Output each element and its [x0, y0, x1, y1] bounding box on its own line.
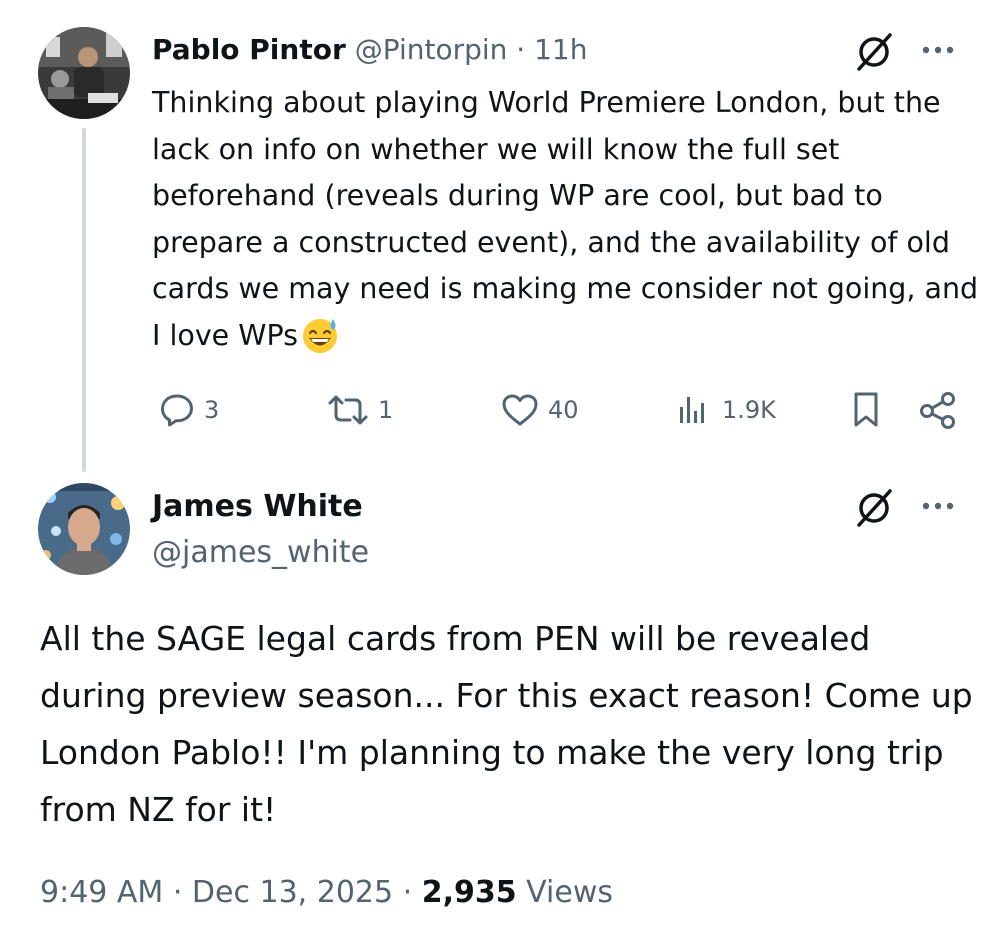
tweet1-author-handle[interactable]: @Pintorpin — [355, 33, 508, 66]
like-count: 40 — [548, 396, 579, 424]
footer-dot-2: · — [393, 875, 422, 910]
avatar-james-image — [38, 483, 130, 575]
share-icon — [920, 392, 955, 429]
views-icon — [680, 397, 704, 423]
tweet2-author-handle[interactable]: @james_white — [152, 532, 369, 574]
tweet2-views-label: Views — [516, 875, 613, 910]
grok-icon[interactable] — [852, 30, 896, 74]
reply-count: 3 — [204, 396, 220, 424]
avatar-james[interactable] — [38, 483, 130, 575]
reply-icon — [161, 394, 193, 427]
tweet1-separator: · — [507, 33, 535, 66]
more-icon[interactable] — [918, 40, 958, 60]
repost-button[interactable]: 1 — [326, 388, 393, 432]
tweet2-text: All the SAGE legal cards from PEN will b… — [40, 619, 973, 829]
tweet1-text: Thinking about playing World Premiere Lo… — [152, 80, 982, 359]
tweet2-date[interactable]: Dec 13, 2025 — [192, 875, 393, 910]
avatar-pablo-image — [38, 27, 130, 119]
like-icon — [502, 394, 538, 426]
bookmark-icon — [854, 392, 878, 427]
tweet2-time[interactable]: 9:49 AM — [40, 875, 163, 910]
grinning-sweat-emoji — [300, 315, 340, 355]
views-count: 1.9K — [722, 396, 776, 424]
tweet2-author-name[interactable]: James White — [152, 486, 363, 528]
tweet1-time[interactable]: 11h — [534, 33, 587, 66]
grok-icon[interactable] — [852, 486, 896, 530]
repost-icon — [328, 395, 368, 425]
tweet2-footer: 9:49 AM · Dec 13, 2025 · 2,935 Views — [40, 870, 613, 916]
tweet1-body: Thinking about playing World Premiere Lo… — [152, 86, 979, 352]
reply-button[interactable]: 3 — [158, 388, 219, 432]
tweet1-author-name[interactable]: Pablo Pintor — [152, 33, 346, 66]
avatar-pablo[interactable] — [38, 27, 130, 119]
tweet1-actions: 3 1 40 1.9K — [0, 388, 1000, 432]
tweet1-header: Pablo Pintor @Pintorpin · 11h — [152, 30, 587, 70]
like-button[interactable]: 40 — [500, 388, 579, 432]
repost-count: 1 — [378, 396, 394, 424]
tweet2-views-count: 2,935 — [421, 875, 517, 910]
views-button[interactable]: 1.9K — [674, 388, 776, 432]
share-button[interactable] — [916, 388, 960, 432]
bookmark-button[interactable] — [848, 388, 884, 432]
footer-dot-1: · — [163, 875, 192, 910]
more-icon[interactable] — [918, 496, 958, 516]
